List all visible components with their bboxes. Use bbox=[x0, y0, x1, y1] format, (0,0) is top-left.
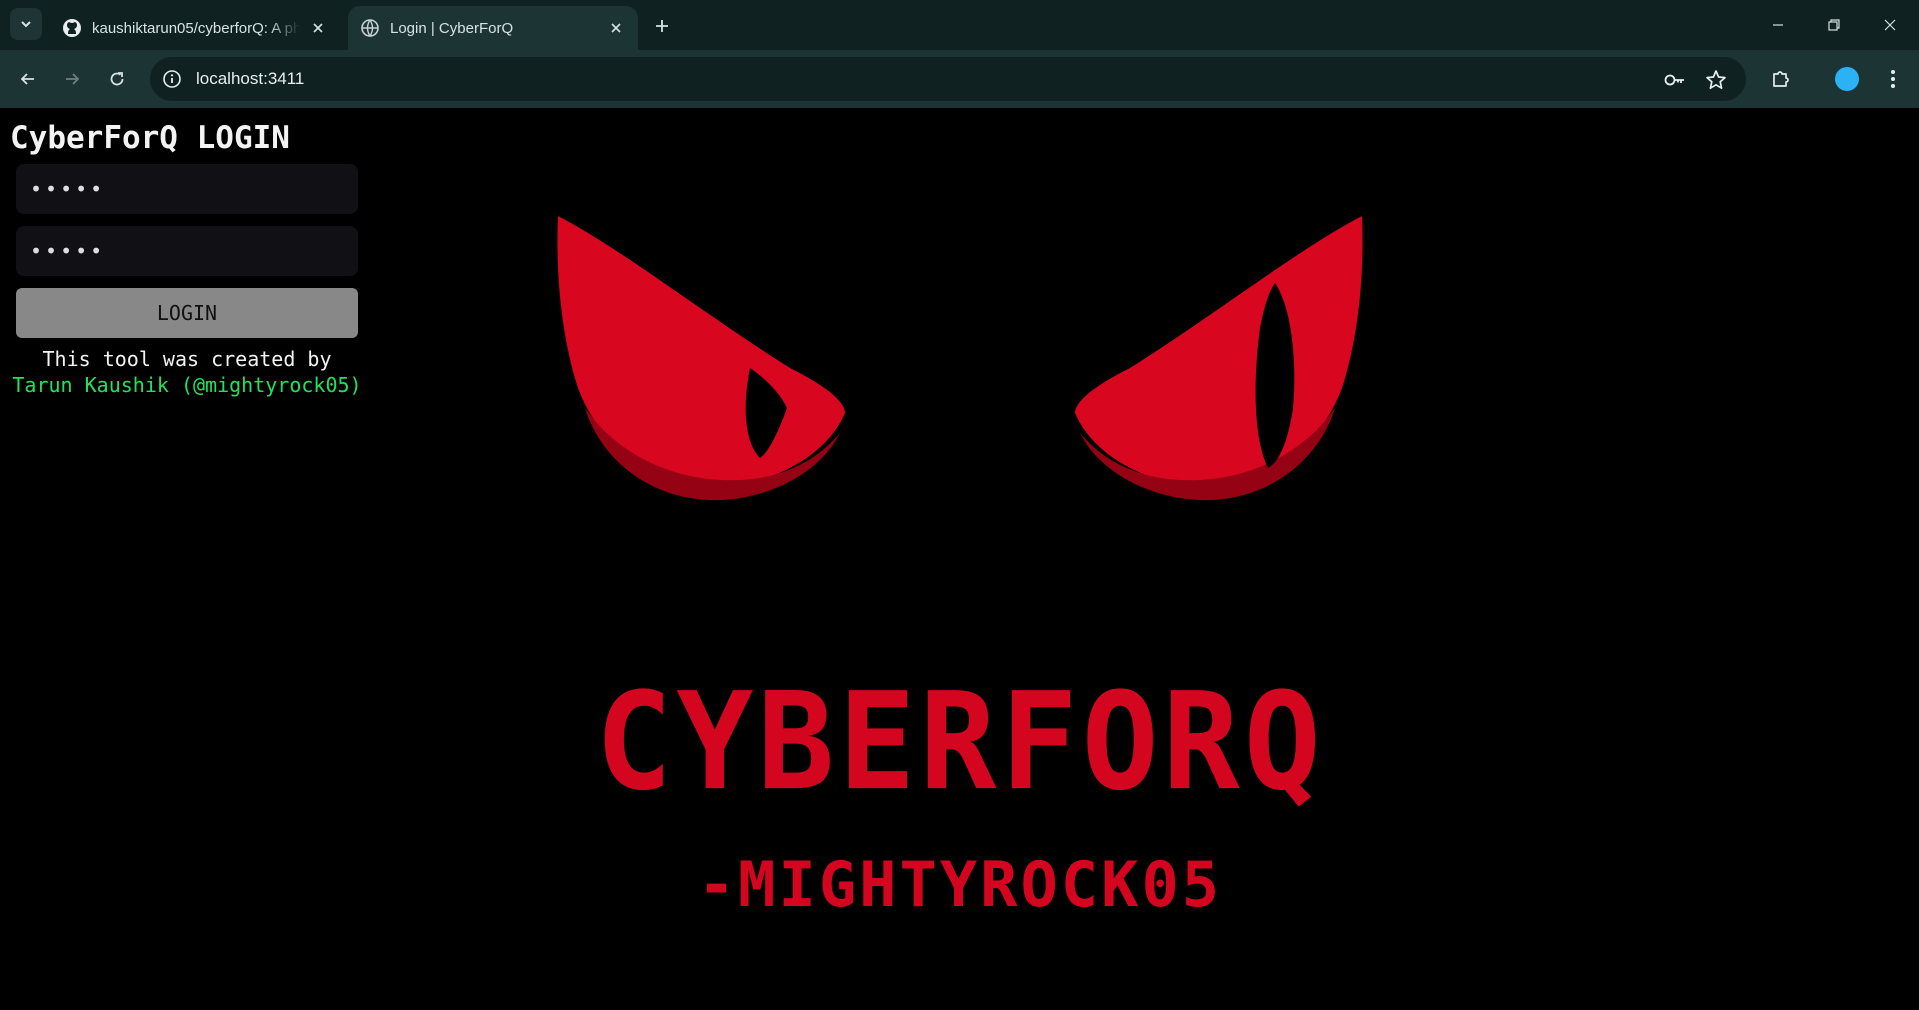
credit-text: This tool was created by bbox=[42, 347, 332, 371]
minimize-icon bbox=[1773, 24, 1783, 26]
right-eye bbox=[1075, 216, 1363, 501]
eyes-logo bbox=[557, 216, 1363, 501]
restore-icon bbox=[1828, 19, 1840, 31]
brand-wordmark: CYBERFORQ bbox=[595, 664, 1325, 821]
page-content: CyberForQ LOGIN LOGIN This tool was crea… bbox=[0, 108, 1919, 1010]
back-button[interactable] bbox=[12, 63, 44, 95]
close-icon bbox=[1884, 19, 1896, 31]
menu-button[interactable] bbox=[1877, 63, 1909, 95]
site-info-icon[interactable] bbox=[160, 67, 184, 91]
tab-strip: kaushiktarun05/cyberforQ: A phishing too… bbox=[0, 0, 1919, 50]
brand-subtitle: -MIGHTYROCK05 bbox=[697, 848, 1223, 921]
window-close-button[interactable] bbox=[1862, 0, 1918, 50]
browser-chrome: kaushiktarun05/cyberforQ: A phishing too… bbox=[0, 0, 1919, 108]
password-key-icon[interactable] bbox=[1662, 67, 1688, 93]
tab-github[interactable]: kaushiktarun05/cyberforQ: A phishing too… bbox=[50, 6, 340, 50]
tab-title: Login | CyberForQ bbox=[390, 19, 514, 37]
extensions-button[interactable] bbox=[1765, 63, 1797, 95]
browser-toolbar: localhost:3411 bbox=[0, 50, 1919, 108]
new-tab-button[interactable] bbox=[648, 12, 676, 40]
globe-icon bbox=[360, 18, 380, 38]
forward-button[interactable] bbox=[56, 63, 88, 95]
minimize-button[interactable] bbox=[1750, 0, 1806, 50]
kebab-menu-icon bbox=[1891, 70, 1895, 88]
credit-block: This tool was created by Tarun Kaushik (… bbox=[0, 346, 374, 398]
arrow-left-icon bbox=[20, 73, 34, 85]
reload-icon bbox=[110, 72, 124, 86]
github-icon bbox=[62, 18, 82, 38]
address-bar[interactable]: localhost:3411 bbox=[150, 57, 1746, 101]
username-field[interactable] bbox=[16, 164, 358, 214]
password-field[interactable] bbox=[16, 226, 358, 276]
profile-button[interactable] bbox=[1831, 63, 1863, 95]
page-title: CyberForQ LOGIN bbox=[10, 120, 290, 156]
plus-icon bbox=[656, 20, 668, 32]
tab-title: kaushiktarun05/cyberforQ: A phishing too… bbox=[92, 19, 300, 37]
arrow-right-icon bbox=[66, 73, 80, 85]
close-icon[interactable] bbox=[606, 18, 626, 38]
close-icon[interactable] bbox=[308, 18, 328, 38]
tab-search-button[interactable] bbox=[10, 8, 42, 40]
star-icon[interactable] bbox=[1703, 67, 1729, 93]
puzzle-icon bbox=[1773, 71, 1789, 87]
chevron-down-icon bbox=[21, 21, 31, 28]
author-link[interactable]: Tarun Kaushik (@mightyrock05) bbox=[0, 372, 374, 398]
tab-login[interactable]: Login | CyberForQ bbox=[348, 6, 638, 50]
url-text[interactable]: localhost:3411 bbox=[196, 69, 304, 89]
restore-button[interactable] bbox=[1806, 0, 1862, 50]
reload-button[interactable] bbox=[101, 63, 133, 95]
left-eye bbox=[557, 216, 845, 501]
avatar bbox=[1835, 67, 1859, 91]
login-button[interactable]: LOGIN bbox=[16, 288, 358, 338]
